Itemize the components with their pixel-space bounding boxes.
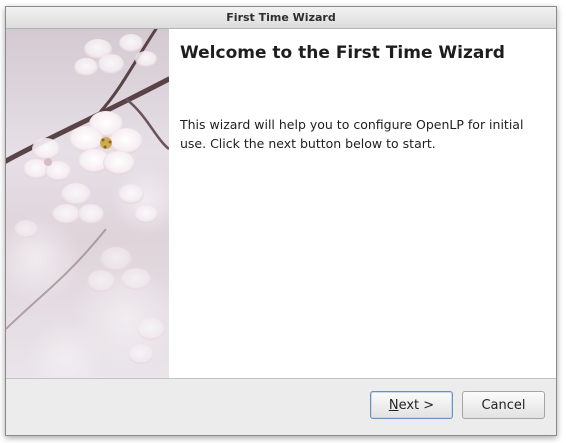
cherry-blossom-image — [6, 29, 169, 379]
cancel-button-label: Cancel — [481, 397, 526, 413]
title-bar[interactable]: First Time Wizard — [6, 7, 556, 29]
welcome-page: Welcome to the First Time Wizard This wi… — [169, 29, 556, 379]
cancel-button[interactable]: Cancel — [462, 391, 545, 419]
cherry-blossom-illustration — [6, 29, 169, 379]
page-description: This wizard will help you to configure O… — [180, 117, 524, 151]
next-button[interactable]: Next > — [370, 391, 453, 419]
wizard-content: Welcome to the First Time Wizard This wi… — [6, 29, 556, 379]
wizard-window: First Time Wizard Welcome to the First T… — [5, 6, 557, 436]
next-button-mnemonic: N — [388, 397, 399, 413]
page-title: Welcome to the First Time Wizard — [180, 43, 505, 63]
button-bar: Next > Cancel — [6, 378, 556, 435]
next-button-label: ext > — [398, 397, 435, 413]
window-title: First Time Wizard — [226, 11, 336, 24]
